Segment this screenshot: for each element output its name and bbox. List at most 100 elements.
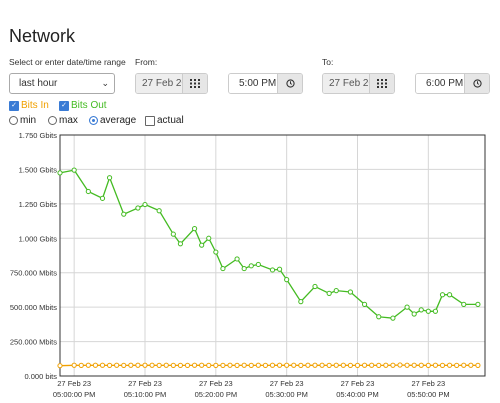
data-point	[404, 304, 410, 310]
data-point	[156, 208, 162, 214]
data-point	[106, 362, 113, 368]
data-point	[85, 188, 91, 195]
data-point	[99, 362, 106, 368]
data-point	[446, 292, 453, 298]
data-point	[163, 362, 169, 368]
data-point	[248, 362, 254, 368]
data-point	[135, 205, 141, 211]
checkbox-checked-icon[interactable]: ✓	[59, 100, 69, 111]
data-point	[71, 362, 77, 368]
from-time-field[interactable]: 5:00 PM	[228, 73, 303, 94]
chevron-down-icon: ⌄	[101, 78, 109, 88]
data-point	[241, 265, 247, 272]
agg-option-label: average	[100, 115, 137, 126]
data-point	[121, 362, 127, 368]
data-point	[170, 231, 176, 237]
data-point	[326, 362, 332, 368]
data-point	[298, 299, 304, 305]
data-point	[191, 226, 198, 232]
data-point	[326, 290, 332, 296]
calendar-grid-icon[interactable]	[182, 74, 207, 93]
x-tick-date: 27 Feb 23	[128, 379, 162, 388]
radio-icon[interactable]	[9, 116, 18, 125]
data-point	[177, 241, 184, 247]
data-point	[170, 362, 176, 368]
agg-option-max[interactable]: max	[48, 115, 78, 126]
from-date-value[interactable]: 27 Feb 2023	[136, 74, 182, 93]
data-point	[312, 362, 318, 368]
data-point	[361, 362, 368, 368]
data-point	[425, 362, 431, 368]
data-point	[78, 362, 84, 368]
data-point	[269, 267, 276, 273]
y-tick-label: 1.250 Gbits	[19, 200, 58, 209]
clock-icon[interactable]	[277, 74, 302, 93]
data-point	[92, 362, 99, 368]
series-line	[59, 169, 478, 319]
agg-option-average[interactable]: average	[89, 115, 136, 126]
y-tick-label: 250.000 Mbits	[10, 338, 57, 347]
data-point	[376, 362, 382, 368]
actual-toggle[interactable]: actual	[145, 115, 184, 126]
to-label: To:	[322, 57, 334, 67]
data-point	[369, 362, 375, 368]
y-tick-label: 1.500 Gbits	[19, 165, 58, 174]
from-time-value[interactable]: 5:00 PM	[229, 74, 277, 93]
data-point	[234, 256, 240, 262]
data-point	[411, 362, 417, 368]
data-point	[227, 362, 233, 368]
data-point	[85, 362, 91, 368]
y-tick-label: 1.000 Gbits	[19, 234, 58, 243]
radio-selected-icon[interactable]	[89, 116, 98, 125]
x-tick-time: 05:00:00 PM	[53, 390, 96, 399]
data-point	[114, 362, 120, 368]
data-point	[468, 362, 474, 368]
data-point	[220, 265, 226, 272]
data-point	[234, 362, 240, 368]
to-date-value[interactable]: 27 Feb 2023	[323, 74, 369, 93]
data-point	[347, 362, 354, 368]
from-date-field[interactable]: 27 Feb 2023	[135, 73, 208, 94]
data-point	[390, 315, 396, 321]
checkbox-checked-icon[interactable]: ✓	[9, 100, 19, 111]
data-point	[241, 362, 247, 368]
data-point	[191, 362, 198, 368]
data-point	[269, 362, 276, 368]
to-time-value[interactable]: 6:00 PM	[416, 74, 464, 93]
x-tick-date: 27 Feb 23	[270, 379, 304, 388]
clock-icon[interactable]	[464, 74, 489, 93]
data-point	[425, 308, 431, 314]
data-point	[284, 362, 290, 368]
range-select[interactable]: last hour ⌄	[9, 73, 115, 94]
data-point	[276, 266, 283, 272]
data-point	[128, 362, 134, 368]
network-chart: 0.000 bits 250.000 Mbits 500.000 Mbits 750.…	[10, 131, 486, 399]
bits-out-toggle[interactable]: ✓ Bits Out	[59, 100, 107, 111]
data-point	[454, 362, 460, 368]
data-point	[135, 362, 141, 368]
bits-out-label: Bits Out	[71, 100, 107, 111]
to-date-field[interactable]: 27 Feb 2023	[322, 73, 395, 94]
x-tick-date: 27 Feb 23	[199, 379, 233, 388]
data-point	[312, 283, 318, 290]
data-point	[354, 362, 361, 368]
bits-in-toggle[interactable]: ✓ Bits In	[9, 100, 49, 111]
calendar-grid-icon[interactable]	[369, 74, 394, 93]
data-point	[298, 362, 304, 368]
data-point	[383, 362, 389, 368]
agg-option-min[interactable]: min	[9, 115, 36, 126]
data-point	[475, 362, 481, 368]
checkbox-unchecked-icon[interactable]	[145, 115, 155, 126]
x-tick-time: 05:30:00 PM	[265, 390, 308, 399]
radio-icon[interactable]	[48, 116, 57, 125]
data-point	[276, 362, 283, 368]
x-tick-time: 05:50:00 PM	[407, 390, 450, 399]
data-point	[248, 263, 254, 269]
data-point	[262, 362, 269, 368]
y-tick-label: 750.000 Mbits	[10, 269, 57, 278]
data-point	[106, 175, 113, 181]
data-point	[206, 235, 212, 241]
to-time-field[interactable]: 6:00 PM	[415, 73, 490, 94]
data-point	[418, 362, 424, 368]
data-point	[121, 211, 127, 217]
